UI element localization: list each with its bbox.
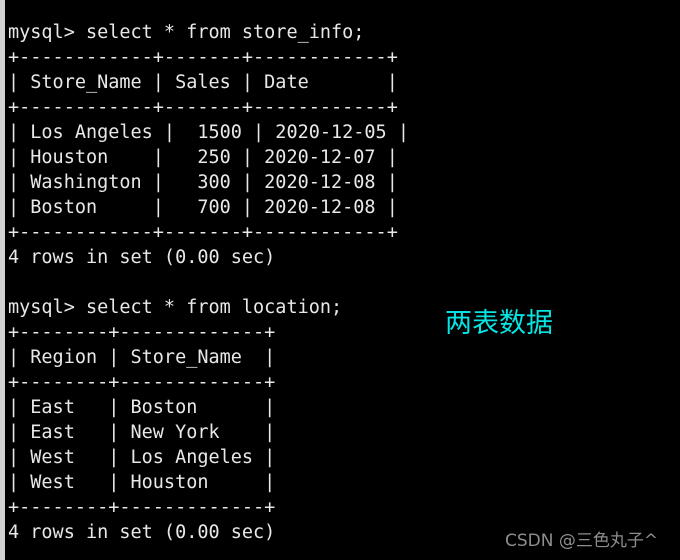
terminal-line-table-border: +------------+-------+------------+ [8, 222, 398, 243]
terminal-line-table-header: | Store_Name | Sales | Date | [8, 72, 398, 93]
terminal-line-table-row: | Houston | 250 | 2020-12-07 | [8, 147, 398, 168]
terminal-window: mysql> select * from store_info; +------… [0, 0, 680, 560]
terminal-line-table-row: | West | Houston | [8, 472, 276, 493]
annotation-two-table-data: 两表数据 [445, 308, 553, 339]
terminal-line-prompt-query-1: mysql> select * from store_info; [8, 22, 365, 43]
terminal-line-table-header: | Region | Store_Name | [8, 347, 276, 368]
terminal-line-table-border: +--------+-------------+ [8, 372, 276, 393]
csdn-watermark: CSDN @三色丸子^ [505, 531, 659, 551]
terminal-line-table-row: | Washington | 300 | 2020-12-08 | [8, 172, 398, 193]
terminal-left-gutter [0, 0, 5, 560]
terminal-line-table-row: | East | New York | [8, 422, 276, 443]
terminal-line-table-border: +--------+-------------+ [8, 322, 276, 343]
terminal-console-output[interactable]: mysql> select * from store_info; +------… [8, 20, 668, 545]
terminal-line-prompt-query-2: mysql> select * from location; [8, 297, 343, 318]
terminal-line-table-row: | Boston | 700 | 2020-12-08 | [8, 197, 398, 218]
terminal-line-table-row: | Los Angeles | 1500 | 2020-12-05 | [8, 122, 409, 143]
terminal-line-table-border: +------------+-------+------------+ [8, 97, 398, 118]
terminal-line-table-border: +--------+-------------+ [8, 497, 276, 518]
terminal-line-table-row: | West | Los Angeles | [8, 447, 276, 468]
terminal-line-status-query-1: 4 rows in set (0.00 sec) [8, 247, 276, 268]
terminal-line-table-border: +------------+-------+------------+ [8, 47, 398, 68]
terminal-line-table-row: | East | Boston | [8, 397, 276, 418]
